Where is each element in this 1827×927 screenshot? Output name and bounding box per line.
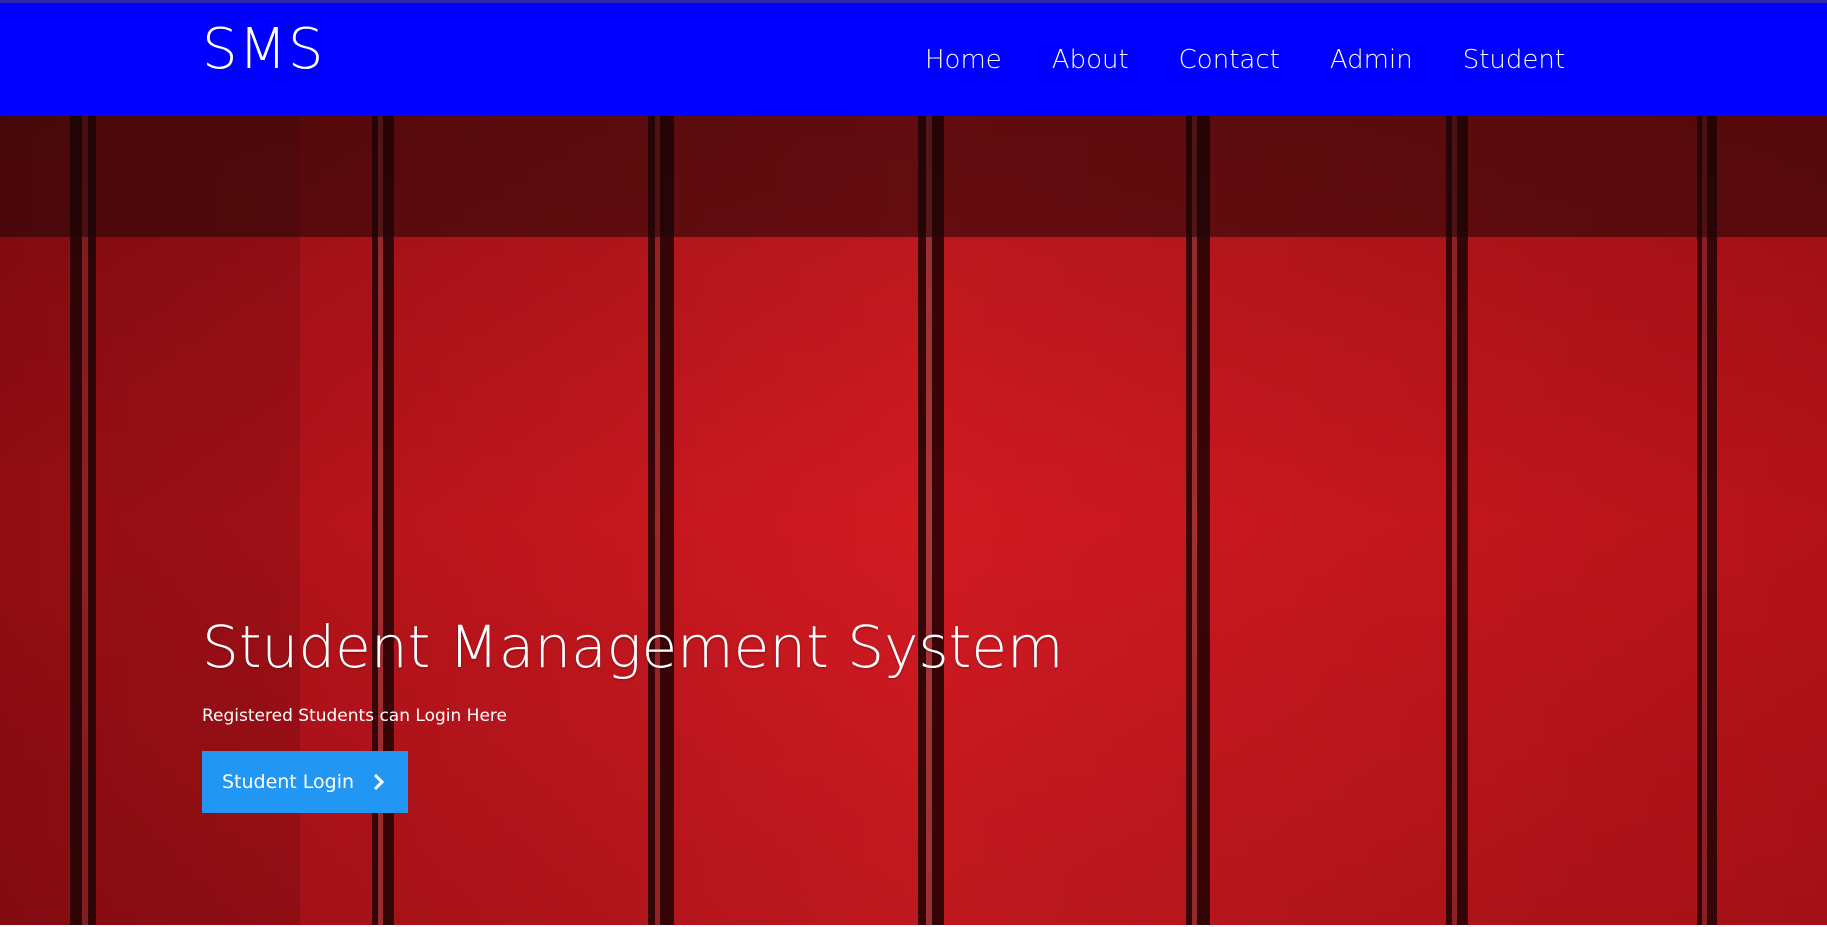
nav-about-link[interactable]: About [1052, 45, 1129, 75]
nav-home-link[interactable]: Home [925, 45, 1002, 75]
top-navbar: SMS Home About Contact Admin Student [0, 0, 1827, 116]
main-nav: Home About Contact Admin Student [925, 45, 1615, 75]
chevron-right-icon [370, 773, 388, 791]
nav-admin-link[interactable]: Admin [1330, 45, 1413, 75]
hero-title: Student Management System [202, 613, 1064, 681]
nav-student-link[interactable]: Student [1463, 45, 1565, 75]
student-login-button[interactable]: Student Login [202, 751, 408, 813]
nav-contact-link[interactable]: Contact [1179, 45, 1280, 75]
hero-subtitle: Registered Students can Login Here [202, 706, 507, 726]
hero-section: Student Management System Registered Stu… [0, 116, 1827, 927]
page: SMS Home About Contact Admin Student Stu… [0, 0, 1827, 927]
hero-top-overlay [0, 116, 1827, 237]
student-login-label: Student Login [221, 771, 355, 793]
brand-logo[interactable]: SMS [202, 17, 324, 82]
